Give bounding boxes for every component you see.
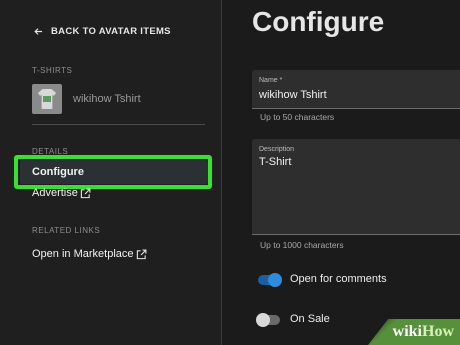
toggle-knob: [268, 273, 282, 287]
page-title: Configure: [252, 6, 385, 37]
highlight-box: [14, 155, 212, 189]
description-field-value: T-Shirt: [259, 156, 292, 168]
description-helper-text: Up to 1000 characters: [260, 240, 344, 250]
on-sale-toggle-label: On Sale: [290, 313, 330, 325]
comments-toggle-label: Open for comments: [290, 273, 387, 285]
item-name: wikihow Tshirt: [73, 93, 141, 105]
description-field-label: Description: [259, 146, 295, 153]
on-sale-toggle[interactable]: [256, 313, 280, 327]
description-field[interactable]: Description T-Shirt: [252, 139, 460, 235]
nav-item-advertise-label: Advertise: [32, 187, 78, 199]
back-to-avatar-items-link[interactable]: BACK TO AVATAR ITEMS: [34, 26, 171, 37]
sidebar: BACK TO AVATAR ITEMS T-SHIRTS wikihow Ts…: [0, 0, 222, 345]
name-helper-text: Up to 50 characters: [260, 112, 335, 122]
back-link-label: BACK TO AVATAR ITEMS: [51, 26, 171, 37]
external-link-icon: [80, 188, 91, 198]
name-field-value: wikihow Tshirt: [259, 89, 327, 101]
watermark-wiki: wiki: [392, 323, 422, 340]
nav-item-open-in-marketplace[interactable]: Open in Marketplace: [32, 248, 147, 260]
watermark-how: How: [422, 323, 454, 340]
main-panel: Configure Name * wikihow Tshirt Up to 50…: [222, 0, 460, 345]
selected-item: wikihow Tshirt: [32, 84, 141, 114]
comments-toggle[interactable]: [258, 273, 282, 287]
name-field-label: Name *: [259, 77, 283, 84]
toggle-knob: [256, 313, 270, 327]
item-thumbnail: [32, 84, 62, 114]
arrow-left-icon: [34, 28, 43, 35]
section-label-related-links: RELATED LINKS: [32, 226, 101, 235]
nav-item-advertise[interactable]: Advertise: [32, 187, 91, 199]
divider: [32, 124, 205, 125]
external-link-icon: [136, 249, 146, 259]
nav-item-marketplace-label: Open in Marketplace: [32, 248, 134, 260]
name-field[interactable]: Name * wikihow Tshirt: [252, 70, 460, 109]
section-label-tshirts: T-SHIRTS: [32, 66, 73, 75]
